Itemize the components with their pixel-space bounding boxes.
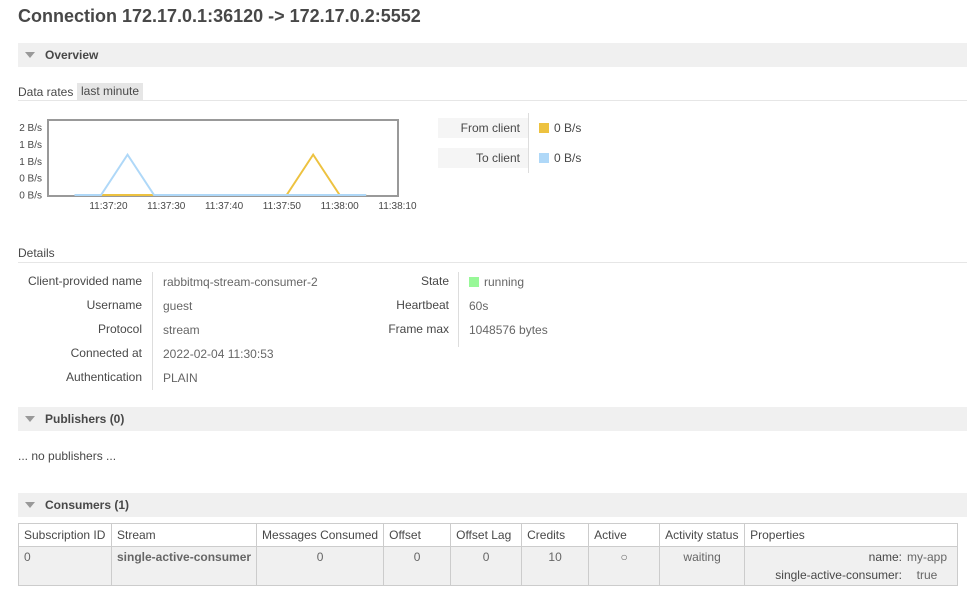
property-single-active-consumer: single-active-consumer: true [750, 568, 952, 582]
property-value: true [916, 568, 938, 582]
legend-from-client: 0 B/s [539, 118, 581, 138]
legend-from-client-label: From client [438, 118, 528, 138]
cell-activity-status: waiting [659, 546, 746, 586]
y-tick-label: 1 B/s [19, 157, 42, 168]
overview-section-title: Overview [45, 48, 99, 62]
publishers-section-title: Publishers (0) [45, 412, 125, 426]
details-left-divider [152, 272, 153, 390]
username-label: Username [86, 298, 142, 312]
property-name: name: my-app [750, 550, 952, 564]
chart-plot-area [47, 119, 399, 197]
connected-at-value: 2022-02-04 11:30:53 [163, 347, 274, 361]
x-tick-label: 11:37:20 [89, 201, 128, 212]
details-right-divider [458, 272, 459, 347]
from-client-swatch [539, 123, 549, 133]
range-tab-last-minute[interactable]: last minute [77, 83, 144, 100]
client-name-value: rabbitmq-stream-consumer-2 [163, 275, 318, 289]
col-messages-consumed: Messages Consumed [256, 523, 385, 547]
col-subscription-id: Subscription ID [18, 523, 112, 547]
col-properties: Properties [744, 523, 958, 547]
collapse-triangle-icon [25, 502, 35, 508]
property-value: my-app [906, 550, 947, 564]
consumers-section-toggle[interactable]: Consumers (1) [18, 493, 967, 517]
username-value: guest [163, 299, 193, 313]
col-offset-lag: Offset Lag [450, 523, 523, 547]
property-key: single-active-consumer: [775, 568, 902, 582]
heartbeat-label: Heartbeat [396, 298, 449, 312]
cell-stream: single-active-consumer [110, 546, 258, 586]
state-running-indicator [469, 277, 479, 287]
y-tick-label: 1 B/s [19, 140, 42, 151]
cell-credits: 10 [521, 546, 590, 586]
no-publishers-text: ... no publishers ... [18, 449, 117, 463]
data-rates-divider [18, 100, 967, 101]
state-value: running [469, 275, 524, 289]
data-rates-chart: 2 B/s 1 B/s 1 B/s 0 B/s 0 B/s 11:37:20 11:37:… [19, 119, 417, 212]
property-key: name: [868, 550, 902, 564]
to-client-swatch [539, 153, 549, 163]
consumers-table: Subscription ID Stream Messages Consumed… [18, 523, 958, 586]
col-activity-status: Activity status [659, 523, 746, 547]
authentication-label: Authentication [65, 370, 142, 384]
details-divider [18, 262, 967, 263]
table-row: 0 single-active-consumer 0 0 0 10 ○ wait… [18, 546, 958, 586]
protocol-value: stream [163, 323, 200, 337]
cell-offset: 0 [383, 546, 452, 586]
frame-max-label: Frame max [388, 322, 449, 336]
authentication-value: PLAIN [163, 371, 198, 385]
collapse-triangle-icon [25, 52, 35, 58]
page-title: Connection 172.17.0.1:36120 -> 172.17.0.… [18, 6, 421, 26]
frame-max-value: 1048576 bytes [469, 323, 548, 337]
cell-offset-lag: 0 [450, 546, 523, 586]
y-tick-label: 2 B/s [19, 123, 42, 134]
x-tick-label: 11:37:30 [147, 201, 186, 212]
x-tick-label: 11:37:50 [263, 201, 302, 212]
overview-section-toggle[interactable]: Overview [18, 43, 967, 67]
col-stream: Stream [110, 523, 258, 547]
cell-subscription-id: 0 [18, 546, 112, 586]
cell-active-icon: ○ [588, 546, 661, 586]
x-tick-label: 11:37:40 [205, 201, 244, 212]
col-credits: Credits [521, 523, 590, 547]
data-rates-label: Data rates [18, 85, 74, 99]
col-offset: Offset [383, 523, 452, 547]
x-tick-label: 11:38:10 [378, 201, 417, 212]
details-heading: Details [18, 246, 55, 260]
consumers-section-title: Consumers (1) [45, 498, 130, 512]
legend-from-client-value: 0 B/s [554, 121, 582, 135]
protocol-label: Protocol [97, 322, 142, 336]
publishers-section-toggle[interactable]: Publishers (0) [18, 407, 967, 431]
consumers-header-row: Subscription ID Stream Messages Consumed… [18, 523, 958, 547]
connected-at-label: Connected at [70, 346, 142, 360]
y-tick-label: 0 B/s [19, 174, 42, 185]
legend-divider [528, 113, 529, 173]
cell-properties: name: my-app single-active-consumer: tru… [744, 546, 958, 586]
client-name-label: Client-provided name [27, 274, 142, 288]
cell-messages-consumed: 0 [256, 546, 385, 586]
y-tick-label: 0 B/s [19, 191, 42, 202]
x-tick-label: 11:38:00 [321, 201, 360, 212]
col-active: Active [588, 523, 661, 547]
legend-to-client-value: 0 B/s [554, 151, 582, 165]
state-value-text: running [484, 275, 525, 289]
state-label: State [420, 274, 449, 288]
heartbeat-value: 60s [469, 299, 489, 313]
legend-to-client-label: To client [438, 148, 528, 168]
legend-to-client: 0 B/s [539, 148, 581, 168]
collapse-triangle-icon [25, 416, 35, 422]
